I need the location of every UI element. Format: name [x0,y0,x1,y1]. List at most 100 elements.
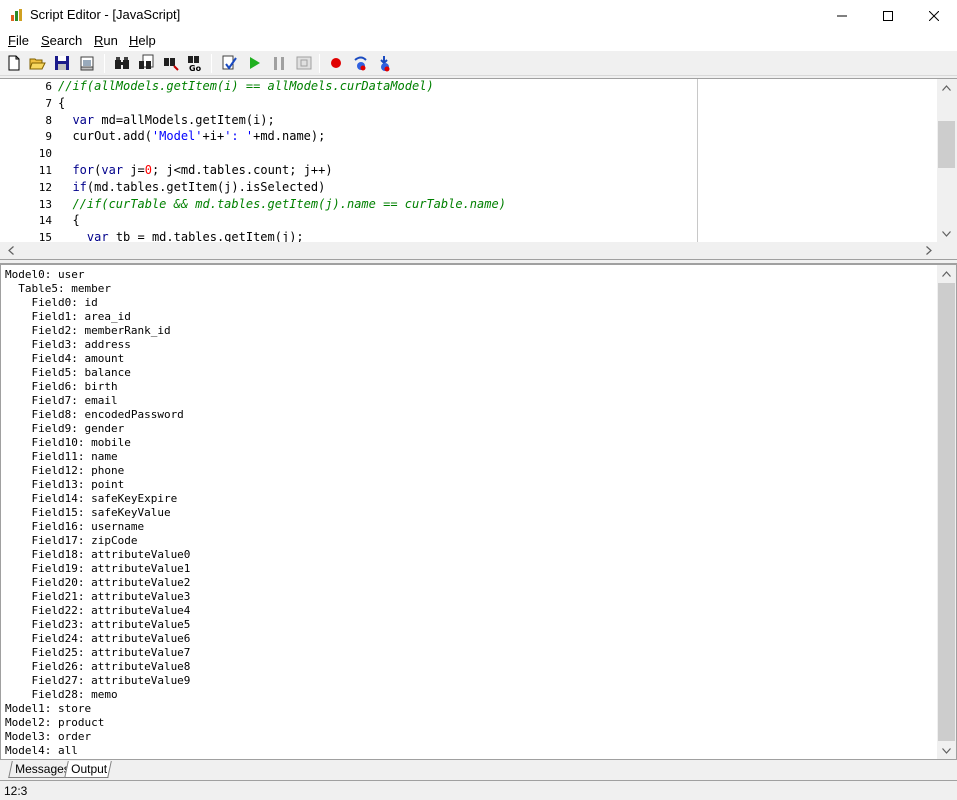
scroll-thumb[interactable] [938,283,955,741]
code-line[interactable]: { [58,96,65,110]
chevron-down-icon [942,747,951,754]
code-token: 'Model' [151,129,203,144]
tab-output-label: Output [71,762,108,776]
code-line[interactable]: //if(curTable && md.tables.getItem(j).na… [58,197,506,211]
output-line: Field5: balance [5,366,131,379]
chevron-down-icon [942,230,951,237]
stop-icon[interactable] [295,54,313,72]
minimize-button[interactable] [819,0,865,31]
run-icon[interactable] [245,54,263,72]
check-syntax-icon[interactable] [220,54,238,72]
code-token: +i+ [202,129,225,144]
output-vertical-scrollbar[interactable] [937,265,956,759]
output-line: Field17: zipCode [5,534,138,547]
bottom-tabs: Messages Output [0,760,957,780]
line-number: 7 [45,96,52,110]
tab-output[interactable]: Output [64,761,112,778]
menu-search[interactable]: Search [41,33,82,48]
line-number: 11 [38,164,52,177]
scroll-down-arrow[interactable] [938,742,955,759]
output-line: Field18: attributeValue0 [5,548,191,561]
output-line: Field9: gender [5,422,125,435]
code-token: var [86,230,109,242]
code-line[interactable]: //if(allModels.getItem(i) == allModels.c… [58,79,434,93]
chevron-right-icon [925,246,932,255]
code-token: ; j<md.tables.count; j++) [151,163,333,177]
scroll-left-arrow[interactable] [2,242,19,259]
svg-text:Go: Go [189,64,202,72]
code-editor[interactable]: 6 7 8 9 10 11 12 13 14 15 //if(allModels.getItem(… [0,78,957,260]
right-margin-line [697,79,698,242]
output-line: Field27: attributeValue9 [5,674,191,687]
output-line: Field19: attributeValue1 [5,562,191,575]
menu-help[interactable]: Help [129,33,156,48]
step-over-icon[interactable] [376,54,394,72]
code-token: +md.name); [253,129,326,144]
code-token: { [58,95,66,110]
code-line[interactable]: if(md.tables.getItem(j).isSelected) [58,180,325,194]
save-icon[interactable] [53,54,71,72]
output-line: Model1: store [5,702,92,715]
breakpoint-icon[interactable] [327,54,345,72]
scroll-right-arrow[interactable] [920,242,937,259]
scroll-up-arrow[interactable] [938,79,955,96]
line-number: 10 [38,147,52,161]
replace-icon[interactable] [162,54,180,72]
toolbar-separator [211,54,212,73]
code-token: curOut.add( [58,129,152,144]
maximize-button[interactable] [865,0,911,31]
close-button[interactable] [911,0,957,31]
step-into-icon[interactable] [352,54,370,72]
code-line[interactable]: var tb = md.tables.getItem(j); [58,230,304,242]
code-token: //if(curTable && md.tables.getItem(j).na… [58,196,506,211]
chevron-up-icon [942,270,951,277]
code-line[interactable]: { [58,213,79,227]
code-token: if [72,179,87,194]
editor-horizontal-scrollbar[interactable] [0,242,957,260]
line-number: 6 [45,80,52,93]
title-bar: Script Editor - [JavaScript] [0,0,957,31]
pause-icon[interactable] [270,54,288,72]
output-line: Field8: encodedPassword [5,408,184,421]
print-preview-icon[interactable] [78,54,96,72]
close-icon [929,10,939,21]
output-line: Field14: safeKeyExpire [5,492,178,505]
code-line[interactable]: for(var j=0; j<md.tables.count; j++) [58,163,333,177]
output-line: Field21: attributeValue3 [5,590,191,603]
new-file-icon[interactable] [5,54,23,72]
output-line: Model0: user [5,268,85,281]
code-token: 0 [144,163,152,177]
scroll-down-arrow[interactable] [938,225,955,242]
output-pane[interactable]: Model0: user Table5: member Field0: id F… [0,264,957,760]
code-area[interactable]: //if(allModels.getItem(i) == allModels.c… [56,79,937,242]
code-token: for [72,163,95,177]
window-title: Script Editor - [JavaScript] [30,7,181,22]
editor-vertical-scrollbar[interactable] [937,79,957,242]
output-line: Field10: mobile [5,436,131,449]
goto-icon[interactable]: Go [186,54,204,72]
line-number: 12 [38,180,52,194]
tab-messages[interactable]: Messages [8,761,70,778]
code-token: tb = md.tables.getItem(j); [108,230,304,242]
output-line: Field3: address [5,338,131,351]
open-folder-icon[interactable] [28,54,46,72]
menu-run[interactable]: Run [94,33,118,48]
find-next-icon[interactable] [137,54,155,72]
output-line: Field16: username [5,520,145,533]
find-icon[interactable] [113,54,131,72]
output-line: Model2: product [5,716,105,729]
minimize-icon [837,15,847,16]
app-icon [11,9,22,21]
code-token: j= [123,163,145,177]
menu-file[interactable]: File [8,33,29,48]
code-token: var [72,112,95,127]
scroll-up-arrow[interactable] [938,265,955,282]
output-line: Field28: memo [5,688,118,701]
output-line: Field12: phone [5,464,125,477]
code-line[interactable]: curOut.add('Model'+i+': '+md.name); [58,129,325,143]
output-line: Field1: area_id [5,310,131,323]
code-line[interactable]: var md=allModels.getItem(i); [58,112,274,127]
scroll-thumb[interactable] [938,121,955,168]
